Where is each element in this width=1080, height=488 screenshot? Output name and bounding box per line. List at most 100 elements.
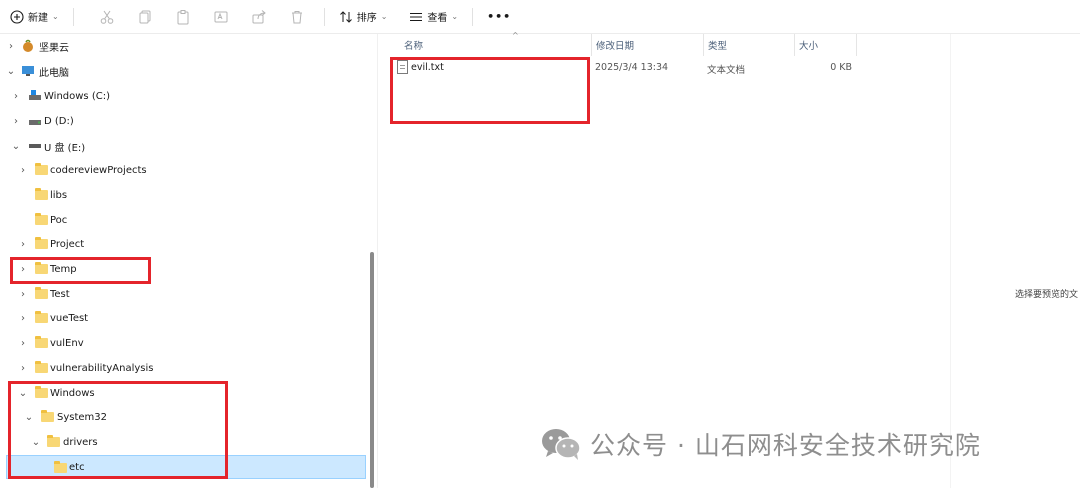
nav-item-label: vueTest xyxy=(50,312,89,324)
more-options-button[interactable]: ••• xyxy=(481,4,517,30)
nav-item-this-pc[interactable]: ⌄ 此电脑 xyxy=(0,59,366,83)
chevron-down-icon[interactable]: ⌄ xyxy=(11,141,21,152)
drive-icon xyxy=(28,114,44,128)
nav-item-drive-d[interactable]: › D (D:) xyxy=(0,109,366,133)
delete-button[interactable] xyxy=(286,6,308,28)
wechat-icon xyxy=(542,429,581,460)
chevron-right-icon[interactable]: › xyxy=(18,363,28,374)
file-type: 文本文档 xyxy=(707,65,746,76)
new-button[interactable]: 新建 ⌄ xyxy=(4,4,65,30)
view-button[interactable]: 查看 ⌄ xyxy=(403,4,464,30)
folder-icon xyxy=(35,287,51,301)
chevron-right-icon[interactable]: › xyxy=(18,289,28,300)
column-header-name[interactable]: 名称 ^ xyxy=(400,31,592,56)
copy-button[interactable] xyxy=(134,6,156,28)
chevron-down-icon: ⌄ xyxy=(380,12,388,21)
view-button-label: 查看 xyxy=(427,13,448,24)
plus-circle-icon xyxy=(10,9,24,24)
column-header-modified[interactable]: 修改日期 xyxy=(592,34,704,56)
folder-icon xyxy=(35,213,51,227)
chevron-right-icon[interactable]: › xyxy=(18,313,28,324)
more-icon: ••• xyxy=(487,10,512,23)
cut-button[interactable] xyxy=(96,6,118,28)
chevron-right-icon[interactable]: › xyxy=(11,91,21,102)
drive-icon xyxy=(28,89,44,103)
paste-button[interactable] xyxy=(172,6,194,28)
nav-item-libs[interactable]: libs xyxy=(0,183,366,207)
chevron-right-icon[interactable]: › xyxy=(18,239,28,250)
copy-icon xyxy=(139,10,151,23)
clipboard-icon xyxy=(177,9,189,24)
chevron-down-icon: ⌄ xyxy=(451,12,459,21)
folder-icon xyxy=(35,336,51,350)
column-header-label: 类型 xyxy=(708,41,728,52)
folder-icon xyxy=(35,237,51,251)
nav-scrollbar[interactable] xyxy=(370,252,374,488)
new-button-label: 新建 xyxy=(28,13,48,24)
file-size: 0 KB xyxy=(830,62,852,73)
watermark-text: 公众号 · 山石网科安全技术研究院 xyxy=(590,431,981,460)
folder-icon xyxy=(35,361,51,375)
preview-placeholder: 选择要预览的文 xyxy=(1015,290,1079,300)
nav-item-label: D (D:) xyxy=(44,115,74,127)
file-modified: 2025/3/4 13:34 xyxy=(595,62,669,73)
nav-item-vulnerabilityanalysis[interactable]: › vulnerabilityAnalysis xyxy=(0,356,366,380)
chevron-down-icon[interactable]: ⌄ xyxy=(6,66,16,77)
share-icon xyxy=(252,9,266,23)
toolbar-divider xyxy=(323,7,325,26)
nav-item-usb-e[interactable]: ⌄ U 盘 (E:) xyxy=(0,134,366,158)
nav-item-label: Project xyxy=(50,238,85,250)
nav-item-label: 此电脑 xyxy=(39,67,69,79)
rename-icon xyxy=(214,11,228,22)
nav-item-label: codereviewProjects xyxy=(50,164,147,176)
chevron-right-icon[interactable]: › xyxy=(18,165,28,176)
rename-button[interactable] xyxy=(210,6,232,28)
folder-icon xyxy=(35,188,51,202)
toolbar-divider xyxy=(72,7,74,26)
view-lines-icon xyxy=(410,12,423,21)
nut-icon xyxy=(21,39,37,53)
chevron-right-icon[interactable]: › xyxy=(6,41,16,52)
highlight-box-file xyxy=(390,57,590,124)
sort-arrows-icon xyxy=(339,10,352,23)
toolbar-divider xyxy=(472,7,474,26)
nav-item-label: U 盘 (E:) xyxy=(44,142,86,154)
scissors-icon xyxy=(100,10,114,24)
nav-item-label: libs xyxy=(50,189,68,201)
nav-item-project[interactable]: › Project xyxy=(0,232,366,256)
nav-item-codereviewprojects[interactable]: › codereviewProjects xyxy=(0,158,366,182)
highlight-box-temp xyxy=(10,257,151,284)
folder-icon xyxy=(35,311,51,325)
sort-up-icon: ^ xyxy=(512,31,519,40)
nav-item-drive-c[interactable]: › Windows (C:) xyxy=(0,84,366,108)
nav-item-test[interactable]: › Test xyxy=(0,282,366,306)
sort-button[interactable]: 排序 ⌄ xyxy=(333,4,394,30)
folder-icon xyxy=(35,163,51,177)
nav-item-label: Test xyxy=(50,288,70,300)
chevron-right-icon[interactable]: › xyxy=(11,116,21,127)
preview-pane: 选择要预览的文 xyxy=(950,34,1080,488)
column-header-label: 修改日期 xyxy=(596,41,635,52)
column-header-size[interactable]: 大小 xyxy=(795,34,857,56)
share-button[interactable] xyxy=(248,6,270,28)
usb-drive-icon xyxy=(28,139,44,153)
nav-item-label: Windows (C:) xyxy=(44,90,110,102)
chevron-right-icon[interactable]: › xyxy=(18,338,28,349)
nav-item-label: vulnerabilityAnalysis xyxy=(50,362,154,374)
nav-item-label: Poc xyxy=(50,214,68,226)
column-header-type[interactable]: 类型 xyxy=(704,34,795,56)
command-bar: 新建 ⌄ 排序 ⌄ 查看 ⌄ ••• xyxy=(0,0,1080,34)
nav-item-label: 坚果云 xyxy=(39,42,69,54)
nav-item-poc[interactable]: Poc xyxy=(0,208,366,232)
column-header-label: 名称 xyxy=(404,41,424,52)
highlight-box-path xyxy=(8,381,228,479)
chevron-down-icon: ⌄ xyxy=(52,12,59,21)
sort-button-label: 排序 xyxy=(356,13,377,24)
nav-item-jianguoyun[interactable]: › 坚果云 xyxy=(0,34,366,58)
nav-item-vuetest[interactable]: › vueTest xyxy=(0,306,366,330)
nav-item-label: vulEnv xyxy=(50,337,84,349)
nav-item-vulenv[interactable]: › vulEnv xyxy=(0,331,366,355)
column-header-label: 大小 xyxy=(799,41,819,52)
computer-icon xyxy=(21,64,37,78)
watermark: 公众号 · 山石网科安全技术研究院 xyxy=(540,424,981,464)
